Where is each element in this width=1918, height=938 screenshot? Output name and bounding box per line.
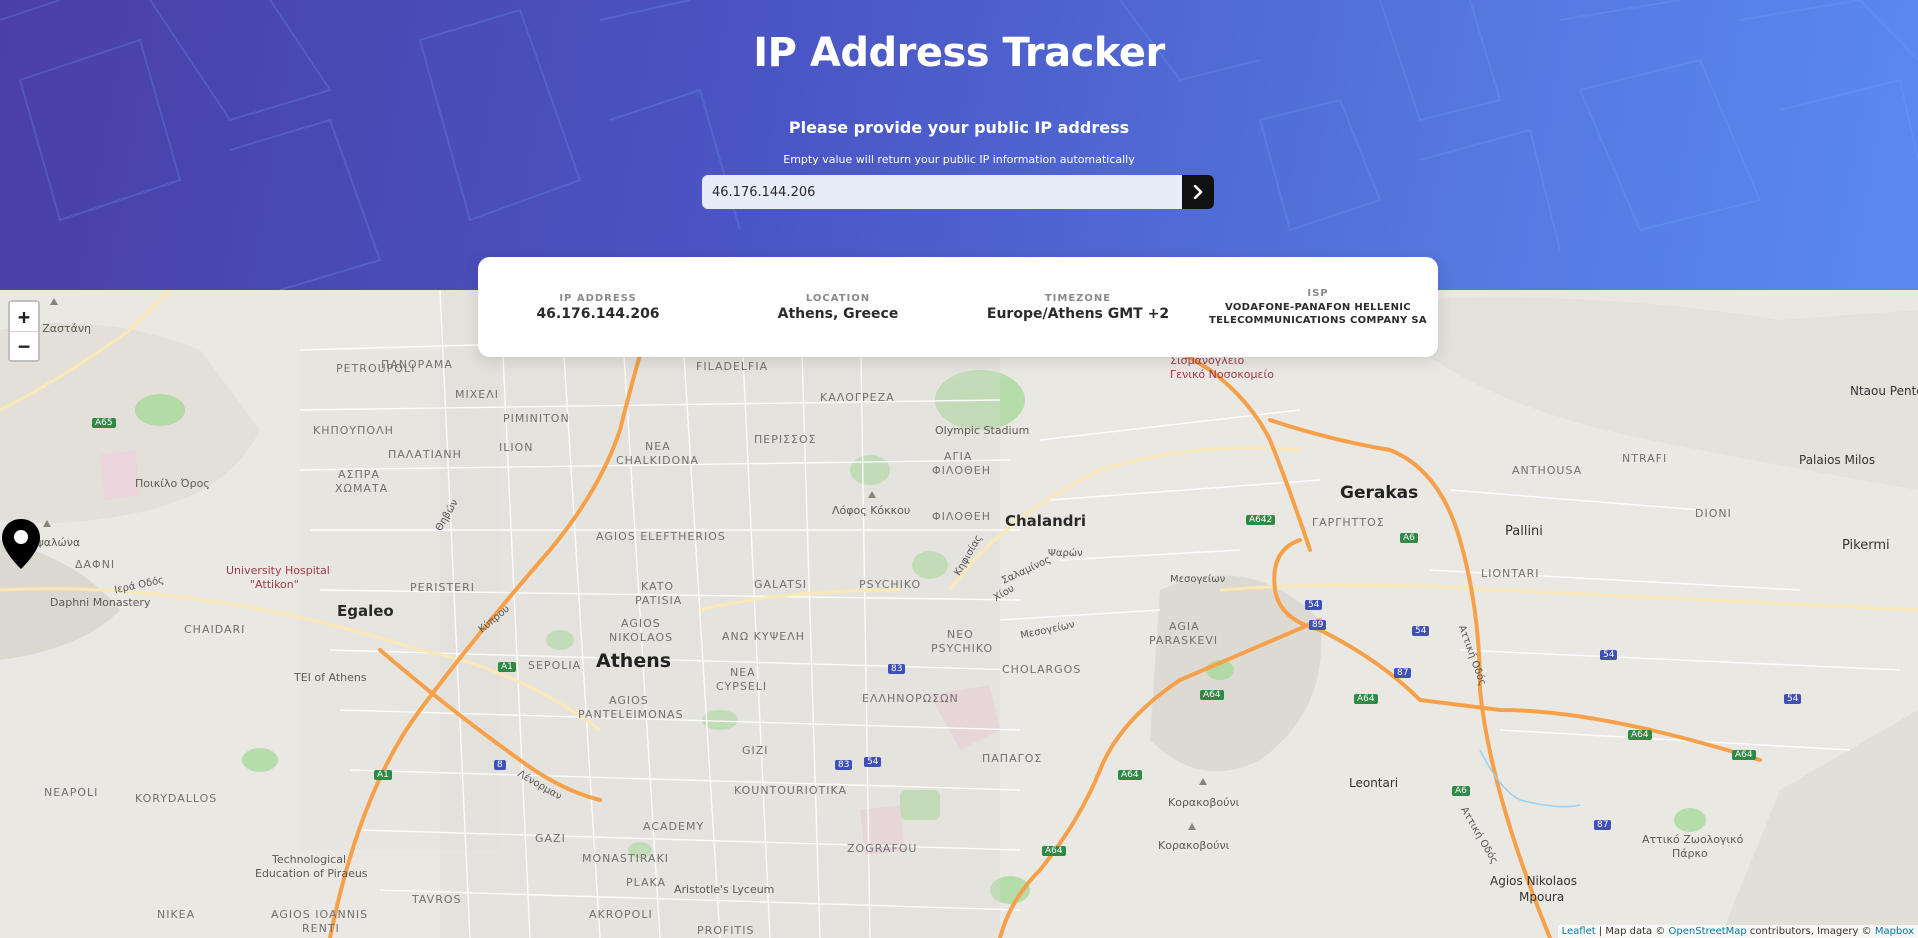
isp-value: VODAFONE-PANAFON HELLENIC TELECOMMUNICAT… [1209, 301, 1427, 327]
isp-value-line1: VODAFONE-PANAFON HELLENIC [1225, 301, 1411, 313]
zoom-control: + − [8, 300, 40, 362]
map[interactable]: Athens Chalandri Gerakas Egaleo Pallini … [0, 290, 1918, 938]
location-info: LOCATION Athens, Greece [718, 257, 958, 357]
timezone-label: TIMEZONE [1044, 292, 1112, 304]
ip-info-card: IP ADDRESS 46.176.144.206 LOCATION Athen… [478, 257, 1438, 357]
location-label: LOCATION [805, 292, 871, 304]
submit-button[interactable] [1182, 175, 1214, 209]
map-tiles [0, 290, 1918, 938]
isp-value-line2: TELECOMMUNICATIONS COMPANY SA [1209, 314, 1427, 326]
map-attribution: Leaflet | Map data © OpenStreetMap contr… [1557, 925, 1918, 938]
ip-search-input[interactable] [702, 175, 1182, 209]
header: IP Address Tracker Please provide your p… [0, 0, 1918, 290]
chevron-right-icon [1193, 185, 1203, 199]
zoom-in-button[interactable]: + [10, 302, 38, 331]
page-title: IP Address Tracker [753, 30, 1165, 76]
timezone-value: Europe/Athens GMT +2 [986, 305, 1170, 322]
ip-address-info: IP ADDRESS 46.176.144.206 [478, 257, 718, 357]
location-value: Athens, Greece [777, 305, 899, 322]
ip-address-label: IP ADDRESS [559, 292, 637, 304]
ip-search-form [702, 175, 1214, 209]
mapbox-link[interactable]: Mapbox [1875, 926, 1914, 937]
isp-info: ISP VODAFONE-PANAFON HELLENIC TELECOMMUN… [1198, 257, 1438, 357]
page-subtitle: Please provide your public IP address [788, 118, 1130, 137]
isp-label: ISP [1307, 287, 1329, 299]
search-hint: Empty value will return your public IP i… [783, 153, 1135, 166]
attribution-text-2: contributors, Imagery © [1746, 926, 1875, 937]
openstreetmap-link[interactable]: OpenStreetMap [1669, 926, 1747, 937]
ip-address-value: 46.176.144.206 [536, 305, 660, 322]
timezone-info: TIMEZONE Europe/Athens GMT +2 [958, 257, 1198, 357]
map-pin-icon[interactable] [0, 518, 42, 570]
attribution-text-1: | Map data © [1595, 926, 1669, 937]
leaflet-link[interactable]: Leaflet [1562, 926, 1596, 937]
zoom-out-button[interactable]: − [10, 331, 38, 360]
